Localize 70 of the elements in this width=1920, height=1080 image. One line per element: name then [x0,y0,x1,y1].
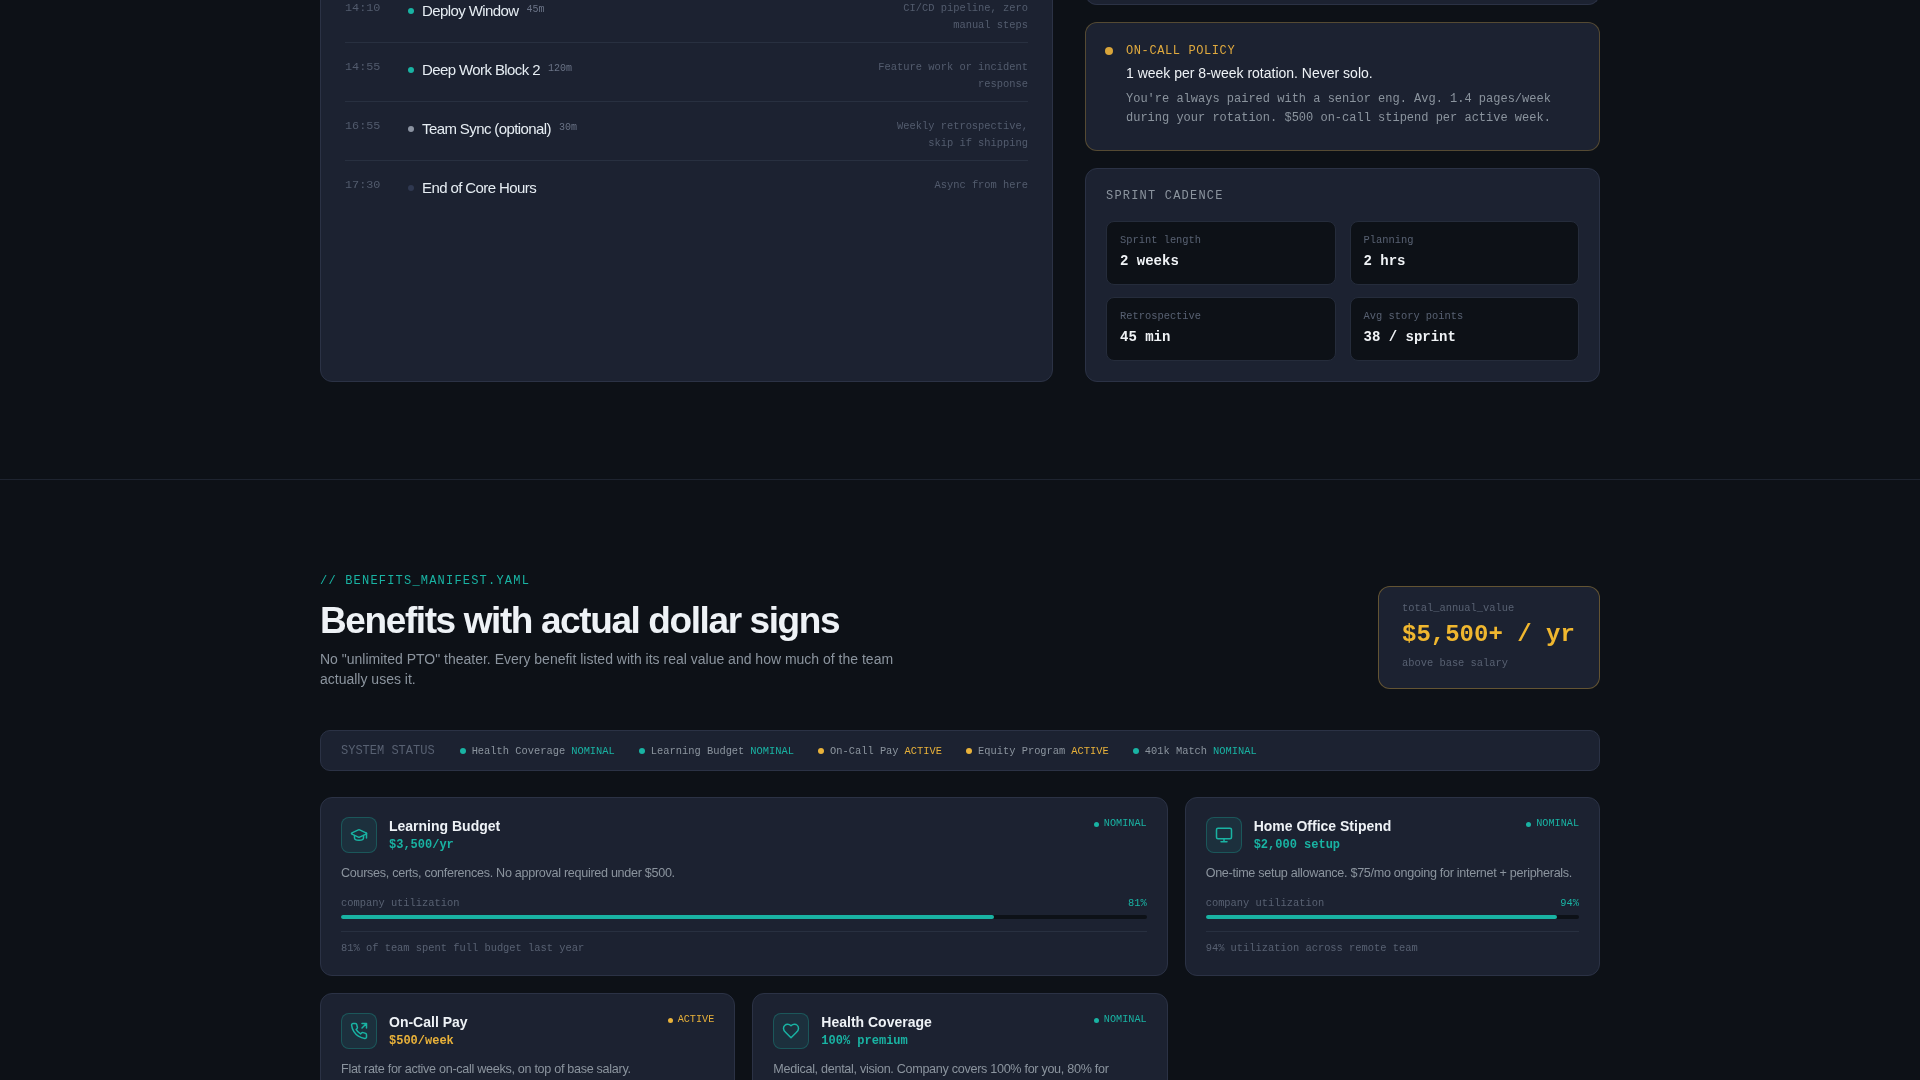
stat-value: 45 min [1120,328,1172,347]
section-description: No "unlimited PTO" theater. Every benefit listed with its real value and how much of the team actually uses it. [320,650,895,689]
benefit-price: 100% premium [821,1033,909,1049]
status-label: ACTIVE [677,1013,715,1027]
stat-value: 38 / sprint [1363,328,1457,347]
duration-label: 45m [526,3,545,17]
benefit-description: Flat rate for active on-call weeks, on top of base salary. [341,1061,632,1078]
stat-label: Planning [1363,233,1415,247]
total-caption: above base salary [1402,656,1509,670]
benefit-price: $2,000 setup [1253,837,1342,853]
status-name: On-Call Pay [830,743,899,758]
status-name: Equity Program [978,743,1066,758]
status-label: NOMINAL [1536,817,1579,831]
time-label: 14:10 [345,0,382,16]
status-value: NOMINAL [750,743,794,758]
status-value: ACTIVE [1071,743,1109,758]
section-heading: Benefits with actual dollar signs [320,599,841,643]
policy-label: ON-CALL POLICY [1126,43,1237,59]
section-title: SPRINT CADENCE [1106,188,1225,204]
benefit-title: Learning Budget [389,817,501,836]
time-label: 14:55 [345,59,382,75]
stat-label: Sprint length [1120,233,1203,247]
policy-headline: 1 week per 8-week rotation. Never solo. [1126,64,1374,83]
policy-text: You're always paired with a senior eng. Avg. 1.4 pages/week during your rotation. $500 on-call stipend per active week. [1126,91,1552,127]
status-bar-label: SYSTEM STATUS [341,742,435,759]
benefit-price: $500/week [389,1033,455,1049]
phone-icon [341,1013,377,1049]
status-name: Learning Budget [650,743,745,758]
benefit-price: $3,500/yr [389,837,455,853]
benefit-title: On-Call Pay [389,1013,468,1032]
event-note: Async from here [934,178,1028,193]
time-label: 17:30 [345,177,382,193]
event-note: Weekly retrospective, skip if shipping [896,119,1028,151]
event-title: Deploy Window [422,1,519,21]
time-label: 16:55 [345,118,382,134]
stat-label: Avg story points [1363,309,1465,323]
benefit-footnote: 81% of team spent full budget last year [341,931,1147,955]
stat-label: Retrospective [1120,309,1203,323]
utilization-label: company utilization [341,896,460,910]
section-eyebrow: // BENEFITS_MANIFEST.YAML [320,573,532,589]
status-name: 401k Match [1144,743,1208,758]
event-title: Deep Work Block 2 [422,60,540,80]
benefit-title: Home Office Stipend [1253,817,1392,836]
status-dot-icon [1105,47,1113,55]
benefit-description: Courses, certs, conferences. No approval required under $500. [341,865,676,882]
stat-value: 2 hrs [1363,252,1407,271]
status-value: NOMINAL [571,743,615,758]
graduation-cap-icon [341,817,377,853]
benefit-description: One-time setup allowance. $75/mo ongoing for internet + peripherals. [1205,865,1574,882]
status-value: ACTIVE [904,743,942,758]
utilization-label: company utilization [1205,896,1325,910]
event-title: Team Sync (optional) [422,119,551,139]
utilization-value: 81% [1127,896,1147,910]
event-title: End of Core Hours [422,178,537,198]
event-note: Feature work or incident response [877,60,1028,92]
status-value: NOMINAL [1213,743,1257,758]
total-label: total_annual_value [1402,601,1516,615]
benefit-footnote: 94% utilization across remote team [1205,931,1579,955]
utilization-value: 94% [1560,896,1579,910]
total-amount: $5,500+ / yr [1402,620,1576,650]
status-label: NOMINAL [1103,817,1147,831]
monitor-icon [1205,817,1242,853]
event-note: CI/CD pipeline, zero manual steps [902,1,1028,33]
duration-label: 30m [558,121,577,135]
duration-label: 120m [547,62,572,76]
stat-value: 2 weeks [1120,252,1180,271]
benefit-title: Health Coverage [821,1013,932,1032]
benefit-description: Medical, dental, vision. Company covers 100% for you, 80% for [773,1061,1110,1078]
status-label: NOMINAL [1103,1013,1147,1027]
status-name: Health Coverage [471,743,566,758]
